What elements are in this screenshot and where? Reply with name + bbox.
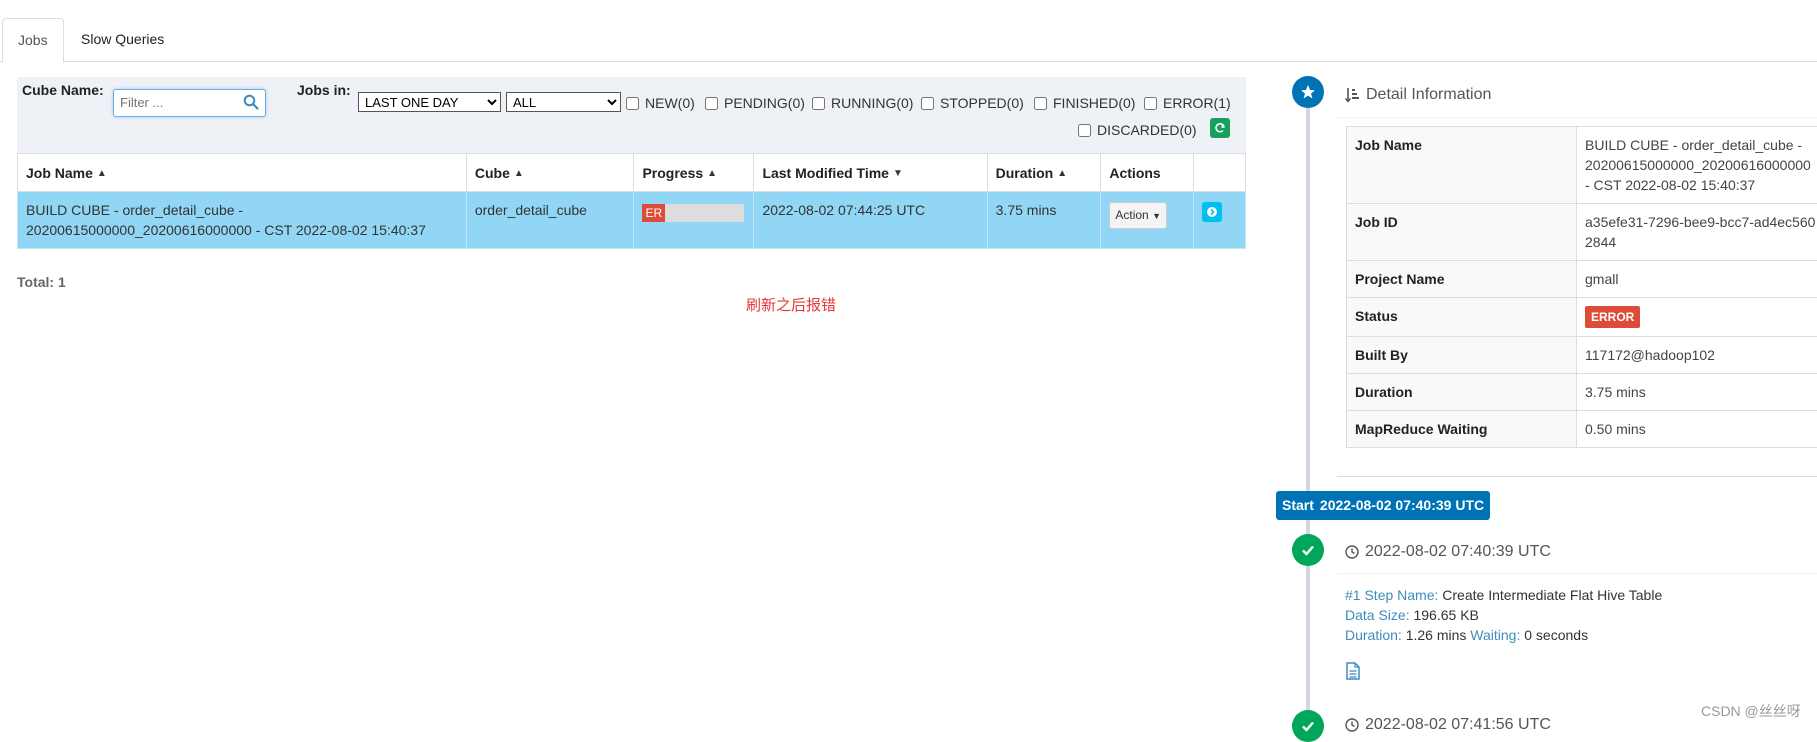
time-range-select[interactable]: LAST ONE DAY xyxy=(358,92,501,112)
filter-finished-checkbox[interactable] xyxy=(1034,97,1047,110)
filter-error-checkbox[interactable] xyxy=(1144,97,1157,110)
check-icon xyxy=(1292,710,1324,742)
filter-discarded-checkbox[interactable] xyxy=(1078,124,1091,137)
start-badge: Start2022-08-02 07:40:39 UTC xyxy=(1276,491,1490,520)
step-divider xyxy=(1337,573,1817,574)
timeline-line xyxy=(1306,77,1310,727)
jobs-table-header: Job Name▲︎ Cube▲︎ Progress▲︎ Last Modifi… xyxy=(18,154,1246,192)
detail-row: Duration 3.75 mins xyxy=(1347,374,1817,411)
filter-new[interactable]: NEW(0) xyxy=(626,95,695,111)
filter-pending[interactable]: PENDING(0) xyxy=(705,95,805,111)
detail-row: Job ID a35efe31-7296-bee9-bcc7-ad4ec5602… xyxy=(1347,204,1817,261)
watermark: CSDN @丝丝呀 xyxy=(1701,701,1801,721)
detail-row: Project Name gmall xyxy=(1347,261,1817,298)
star-icon xyxy=(1292,76,1324,108)
actions-cell: Action ▼ xyxy=(1101,192,1194,249)
filter-stopped[interactable]: STOPPED(0) xyxy=(921,95,1024,111)
progress-cell: ER xyxy=(634,192,754,249)
filter-bar: Cube Name: Jobs in: LAST ONE DAY ALL NEW… xyxy=(17,77,1246,153)
detail-sort-icon xyxy=(1345,87,1361,103)
refresh-button[interactable] xyxy=(1210,118,1230,138)
col-last-modified[interactable]: Last Modified Time▼ xyxy=(754,154,987,192)
sort-icon: ▲︎ xyxy=(514,168,524,179)
action-dropdown-button[interactable]: Action ▼ xyxy=(1109,202,1167,229)
clock-icon xyxy=(1345,718,1359,732)
tab-jobs[interactable]: Jobs xyxy=(2,18,64,63)
tab-slow-queries[interactable]: Slow Queries xyxy=(66,18,179,60)
progress-bar-fill: ER xyxy=(642,204,664,222)
col-actions: Actions xyxy=(1101,154,1194,192)
filter-new-checkbox[interactable] xyxy=(626,97,639,110)
cube-search-input[interactable] xyxy=(114,90,246,114)
filter-error[interactable]: ERROR(1) xyxy=(1144,95,1231,111)
cube-cell: order_detail_cube xyxy=(466,192,634,249)
detail-row: Built By 117172@hadoop102 xyxy=(1347,337,1817,374)
annotation-text: 刷新之后报错 xyxy=(746,294,836,315)
step1-time: 2022-08-02 07:40:39 UTC xyxy=(1345,543,1551,561)
col-cube[interactable]: Cube▲︎ xyxy=(466,154,634,192)
cube-search-box xyxy=(113,89,266,117)
total-count: Total: 1 xyxy=(17,274,66,290)
sort-icon: ▲︎ xyxy=(707,168,717,179)
check-icon xyxy=(1292,534,1324,566)
sort-desc-icon: ▼ xyxy=(893,168,903,179)
col-job-name[interactable]: Job Name▲︎ xyxy=(18,154,467,192)
info-button[interactable] xyxy=(1202,202,1222,222)
info-cell xyxy=(1194,192,1246,249)
sort-icon: ▲︎ xyxy=(97,168,107,179)
filter-running[interactable]: RUNNING(0) xyxy=(812,95,913,111)
cube-name-label: Cube Name: xyxy=(22,82,104,98)
step1-name-line: #1 Step Name: Create Intermediate Flat H… xyxy=(1345,585,1662,605)
document-icon[interactable] xyxy=(1345,662,1361,680)
col-progress[interactable]: Progress▲︎ xyxy=(634,154,754,192)
detail-row: Job Name BUILD CUBE - order_detail_cube … xyxy=(1347,127,1817,204)
step2-time: 2022-08-02 07:41:56 UTC xyxy=(1345,716,1551,734)
filter-finished[interactable]: FINISHED(0) xyxy=(1034,95,1135,111)
detail-table: Job Name BUILD CUBE - order_detail_cube … xyxy=(1346,126,1817,448)
jobs-in-label: Jobs in: xyxy=(297,82,351,98)
filter-running-checkbox[interactable] xyxy=(812,97,825,110)
sort-icon: ▲︎ xyxy=(1057,168,1067,179)
detail-row: MapReduce Waiting 0.50 mins xyxy=(1347,411,1817,448)
detail-title: Detail Information xyxy=(1345,86,1491,104)
clock-icon xyxy=(1345,545,1359,559)
last-modified-cell: 2022-08-02 07:44:25 UTC xyxy=(754,192,987,249)
duration-cell: 3.75 mins xyxy=(987,192,1101,249)
search-icon[interactable] xyxy=(243,94,259,110)
refresh-icon xyxy=(1214,122,1226,134)
step1-size-line: Data Size: 196.65 KB xyxy=(1345,605,1662,625)
progress-bar: ER xyxy=(642,204,744,222)
status-badge: ERROR xyxy=(1585,306,1640,328)
col-duration[interactable]: Duration▲︎ xyxy=(987,154,1101,192)
info-icon xyxy=(1202,202,1222,222)
scope-select[interactable]: ALL xyxy=(506,92,621,112)
jobs-table: Job Name▲︎ Cube▲︎ Progress▲︎ Last Modifi… xyxy=(17,153,1246,249)
col-extra xyxy=(1194,154,1246,192)
job-name-cell: BUILD CUBE - order_detail_cube - 2020061… xyxy=(18,192,467,249)
step1-duration-line: Duration: 1.26 mins Waiting: 0 seconds xyxy=(1345,625,1662,645)
step1-body: #1 Step Name: Create Intermediate Flat H… xyxy=(1345,585,1662,645)
filter-pending-checkbox[interactable] xyxy=(705,97,718,110)
nav-tabs: Jobs Slow Queries xyxy=(0,18,1817,62)
filter-stopped-checkbox[interactable] xyxy=(921,97,934,110)
filter-discarded[interactable]: DISCARDED(0) xyxy=(1078,122,1197,138)
caret-down-icon: ▼ xyxy=(1152,211,1161,221)
detail-row: Status ERROR xyxy=(1347,298,1817,337)
table-row[interactable]: BUILD CUBE - order_detail_cube - 2020061… xyxy=(18,192,1246,249)
